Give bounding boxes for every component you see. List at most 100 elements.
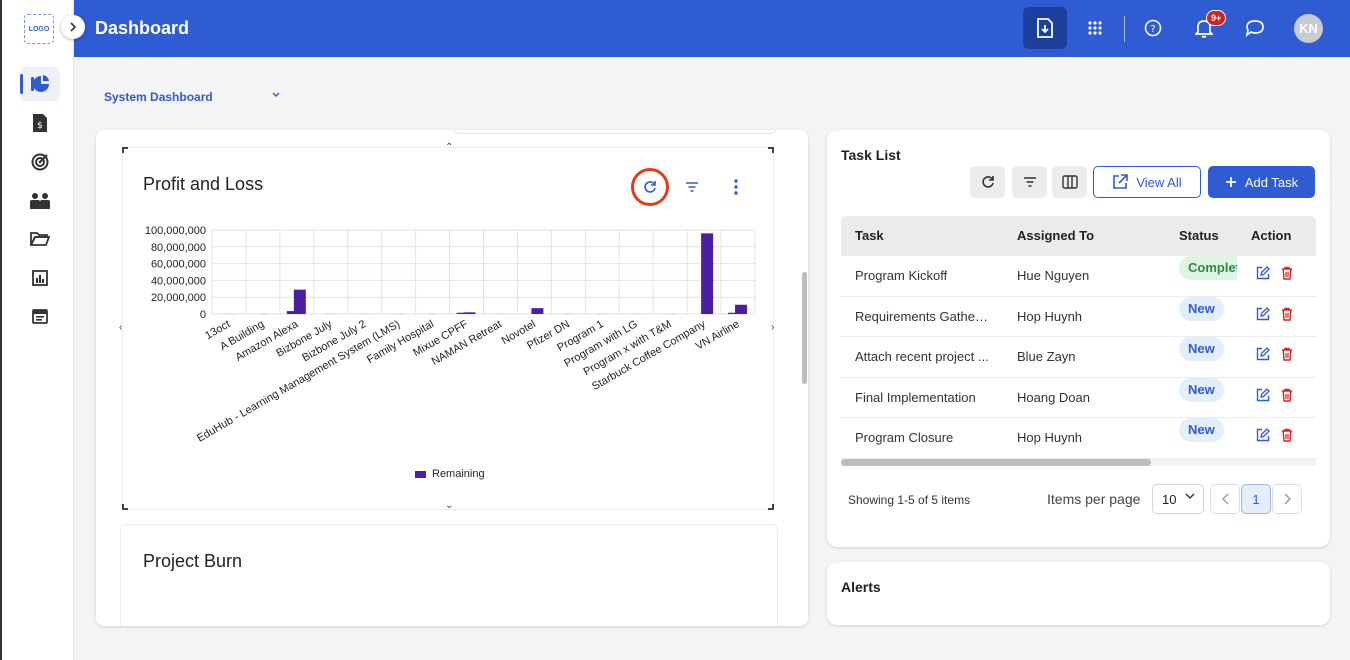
task-filter-button[interactable]: [1012, 166, 1047, 198]
task-columns-button[interactable]: [1052, 166, 1087, 198]
page-button-current[interactable]: 1: [1241, 484, 1271, 514]
chevron-right-icon: [70, 22, 77, 32]
caret-left-icon[interactable]: ‹: [119, 322, 122, 333]
app-logo[interactable]: LOGO: [24, 14, 54, 44]
edit-button[interactable]: [1256, 297, 1270, 320]
task-table: Task Assigned To Status Action Program K…: [841, 216, 1316, 459]
chart-bar: [286, 311, 298, 314]
target-icon: [31, 153, 49, 171]
legend-label: Remaining: [432, 468, 485, 480]
profit-loss-widget[interactable]: ⌃ ⌄ ‹ › Profit and Loss 100,000,000 80,00…: [119, 142, 774, 511]
notifications-button[interactable]: 9+: [1184, 8, 1227, 48]
table-row[interactable]: Final Implementation Hoang Doan New: [841, 377, 1316, 418]
sidebar-item-dashboard[interactable]: [20, 67, 60, 101]
edit-button[interactable]: [1256, 337, 1270, 361]
resize-handle[interactable]: [122, 504, 128, 510]
chevron-left-icon: [1221, 493, 1228, 505]
sidebar-item-reports[interactable]: [20, 261, 60, 295]
export-button[interactable]: [1023, 7, 1067, 49]
column-header-status[interactable]: Status: [1179, 216, 1219, 256]
table-row[interactable]: Program Kickoff Hue Nguyen Complet: [841, 256, 1316, 297]
view-all-button[interactable]: View All: [1093, 166, 1201, 198]
invoice-icon: $: [33, 114, 47, 132]
task-name[interactable]: Requirements Gatheri...: [855, 297, 990, 337]
task-refresh-button[interactable]: [970, 166, 1005, 198]
calendar-icon: [32, 309, 48, 324]
sidebar-item-team[interactable]: [20, 184, 60, 218]
project-burn-widget[interactable]: Project Burn: [120, 524, 778, 626]
sidebar-item-projects[interactable]: [20, 222, 60, 256]
user-avatar[interactable]: KN: [1294, 14, 1323, 43]
vertical-scrollbar[interactable]: [802, 272, 807, 384]
delete-button[interactable]: [1281, 378, 1295, 402]
task-name[interactable]: Program Closure: [855, 418, 990, 458]
status-badge: Complet: [1179, 256, 1237, 280]
task-name[interactable]: Program Kickoff: [855, 256, 990, 296]
help-icon: ?: [1144, 19, 1162, 37]
status-badge: New: [1179, 337, 1224, 361]
delete-button[interactable]: [1281, 256, 1295, 280]
horizontal-scrollbar[interactable]: [841, 459, 1316, 466]
alerts-title: Alerts: [841, 579, 881, 595]
trash-icon: [1282, 388, 1292, 402]
sidebar-item-goals[interactable]: [20, 145, 60, 179]
chart-bar: [325, 313, 336, 314]
items-per-page-select[interactable]: 10: [1152, 484, 1204, 514]
next-page-button[interactable]: [1272, 484, 1302, 514]
task-name[interactable]: Attach recent project ...: [855, 337, 990, 377]
plus-icon: [1225, 177, 1236, 187]
task-list-title: Task List: [841, 147, 901, 163]
edit-button[interactable]: [1256, 418, 1270, 442]
chart-legend[interactable]: Remaining: [415, 468, 485, 480]
chevron-right-icon: [1284, 493, 1291, 505]
prev-page-button[interactable]: [1210, 484, 1240, 514]
task-assignee: Hop Huynh: [1017, 308, 1083, 324]
table-row[interactable]: Attach recent project ... Blue Zayn New: [841, 337, 1316, 378]
table-row[interactable]: Program Closure Hop Huynh New: [841, 418, 1316, 459]
chat-button[interactable]: [1235, 8, 1275, 48]
project-burn-title: Project Burn: [143, 551, 243, 571]
folder-icon: [30, 232, 50, 246]
task-name[interactable]: Final Implementation: [855, 378, 990, 418]
chart-bar: [631, 313, 642, 314]
edit-button[interactable]: [1256, 256, 1270, 280]
edit-button[interactable]: [1256, 378, 1270, 401]
table-row[interactable]: Requirements Gatheri... Hop Huynh New: [841, 296, 1316, 337]
chart-bar: [223, 313, 234, 314]
chart-bar: [293, 289, 306, 314]
sidebar-item-invoices[interactable]: $: [20, 106, 60, 140]
column-header-task[interactable]: Task: [855, 216, 990, 256]
dashboard-selector[interactable]: System Dashboard: [104, 90, 280, 106]
delete-button[interactable]: [1281, 337, 1295, 361]
chart-bar: [495, 313, 506, 314]
widget-card-stub: [454, 130, 776, 134]
legend-swatch: [415, 470, 426, 478]
sidebar-expand-button[interactable]: [61, 15, 85, 39]
column-header-assigned-to[interactable]: Assigned To: [1017, 216, 1094, 256]
external-link-icon: [1113, 174, 1129, 189]
pagination-summary: Showing 1-5 of 5 items: [848, 493, 971, 507]
add-task-button[interactable]: Add Task: [1208, 166, 1315, 198]
toolbar-divider: [1124, 16, 1125, 42]
items-per-page-value: 10: [1162, 492, 1177, 507]
chart-bar: [359, 313, 370, 314]
task-assignee: Hop Huynh: [1017, 430, 1083, 445]
apps-button[interactable]: [1075, 8, 1115, 48]
task-assignee: Hue Nguyen: [1017, 268, 1090, 283]
status-badge: New: [1179, 377, 1224, 402]
resize-handle[interactable]: [768, 504, 774, 510]
delete-button[interactable]: [1281, 297, 1295, 321]
chart-bar: [531, 308, 544, 314]
items-per-page-label: Items per page: [1047, 491, 1141, 507]
chart-bar: [563, 313, 574, 314]
chevron-down-icon: [1185, 493, 1195, 499]
delete-button[interactable]: [1281, 418, 1295, 442]
scrollbar-thumb[interactable]: [841, 459, 1151, 466]
sidebar-item-calendar[interactable]: [20, 299, 60, 333]
chart-bar: [456, 312, 468, 314]
caret-down-icon[interactable]: ⌄: [445, 500, 453, 511]
task-assignee: Blue Zayn: [1017, 349, 1076, 364]
trash-icon: [1282, 307, 1292, 321]
dashboard-widgets-panel: ⌃ ⌄ ‹ › Profit and Loss 100,000,000 80,00…: [96, 130, 808, 626]
help-button[interactable]: ?: [1133, 8, 1173, 48]
